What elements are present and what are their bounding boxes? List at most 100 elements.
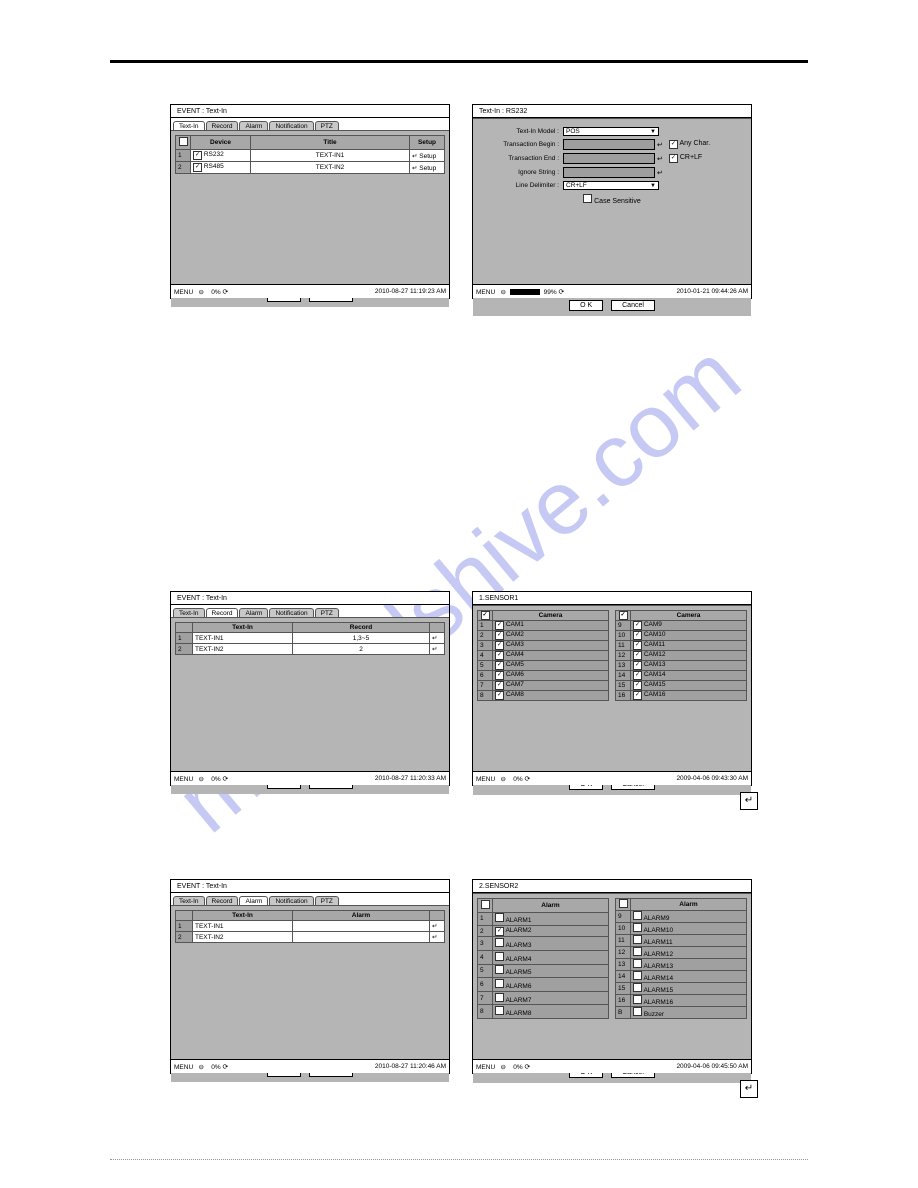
row-check[interactable] — [495, 641, 504, 650]
list-item[interactable]: 7 CAM7 — [478, 681, 609, 691]
list-item[interactable]: 16 CAM16 — [616, 691, 747, 701]
tab-notification[interactable]: Notification — [269, 608, 313, 617]
tab-ptz[interactable]: PTZ — [315, 896, 339, 905]
tab-ptz[interactable]: PTZ — [315, 608, 339, 617]
cancel-button[interactable]: Cancel — [611, 300, 655, 311]
list-item[interactable]: 3 ALARM3 — [478, 937, 609, 951]
select-model[interactable]: POS▼ — [563, 127, 659, 136]
tab-textin[interactable]: Text-In — [173, 896, 205, 905]
row-check[interactable] — [495, 993, 504, 1002]
tab-alarm[interactable]: Alarm — [239, 121, 268, 130]
row-check[interactable] — [193, 163, 202, 172]
list-item[interactable]: 3 CAM3 — [478, 641, 609, 651]
row-check[interactable] — [633, 923, 642, 932]
input-te[interactable] — [563, 153, 655, 164]
refresh-icon[interactable]: ⟳ — [222, 289, 228, 296]
table-row[interactable]: 2TEXT-IN2↵ — [176, 932, 445, 943]
check-all[interactable] — [179, 137, 188, 146]
table-row[interactable]: 2 RS485 TEXT-IN2 ↵ Setup — [176, 162, 445, 174]
row-check[interactable] — [633, 971, 642, 980]
refresh-icon[interactable]: ⟳ — [558, 289, 564, 296]
row-check[interactable] — [495, 1006, 504, 1015]
list-item[interactable]: 15 CAM15 — [616, 681, 747, 691]
ok-button[interactable]: O K — [569, 300, 603, 311]
row-check[interactable] — [495, 952, 504, 961]
list-item[interactable]: 12 CAM12 — [616, 651, 747, 661]
tab-record[interactable]: Record — [206, 121, 239, 130]
row-check[interactable] — [633, 995, 642, 1004]
list-item[interactable]: 1 ALARM1 — [478, 912, 609, 926]
list-item[interactable]: 12 ALARM12 — [616, 947, 747, 959]
list-item[interactable]: 13 CAM13 — [616, 661, 747, 671]
refresh-icon[interactable]: ⟳ — [222, 776, 228, 783]
list-item[interactable]: 2 CAM2 — [478, 631, 609, 641]
list-item[interactable]: 6 ALARM6 — [478, 978, 609, 992]
list-item[interactable]: 7 ALARM7 — [478, 991, 609, 1005]
check-all[interactable] — [481, 900, 490, 909]
refresh-icon[interactable]: ⟳ — [222, 1064, 228, 1071]
list-item[interactable]: 14 ALARM14 — [616, 971, 747, 983]
list-item[interactable]: 1 CAM1 — [478, 621, 609, 631]
refresh-icon[interactable]: ⟳ — [524, 776, 530, 783]
table-row[interactable]: 1TEXT-IN1↵ — [176, 921, 445, 932]
row-check[interactable] — [633, 983, 642, 992]
row-check[interactable] — [633, 681, 642, 690]
list-item[interactable]: 9 CAM9 — [616, 621, 747, 631]
table-row[interactable]: 1 RS232 TEXT-IN1 ↵ Setup — [176, 150, 445, 162]
row-check[interactable] — [495, 671, 504, 680]
list-item[interactable]: 8 ALARM8 — [478, 1005, 609, 1019]
tab-alarm[interactable]: Alarm — [239, 608, 268, 617]
table-row[interactable]: 2TEXT-IN22↵ — [176, 644, 445, 655]
row-check[interactable] — [495, 631, 504, 640]
list-item[interactable]: 2 ALARM2 — [478, 926, 609, 937]
tab-notification[interactable]: Notification — [269, 121, 313, 130]
list-item[interactable]: 10 CAM10 — [616, 631, 747, 641]
row-check[interactable] — [495, 913, 504, 922]
row-check[interactable] — [633, 959, 642, 968]
row-check[interactable] — [633, 1007, 642, 1016]
list-item[interactable]: 6 CAM6 — [478, 671, 609, 681]
row-check[interactable] — [633, 911, 642, 920]
list-item[interactable]: 13 ALARM13 — [616, 959, 747, 971]
list-item[interactable]: 15 ALARM15 — [616, 983, 747, 995]
row-check[interactable] — [633, 651, 642, 660]
row-check[interactable] — [633, 641, 642, 650]
menu-label[interactable]: MENU — [476, 776, 495, 783]
check-all[interactable] — [481, 611, 490, 620]
check-case[interactable] — [583, 194, 592, 203]
list-item[interactable]: 11 ALARM11 — [616, 935, 747, 947]
select-delim[interactable]: CR+LF▼ — [563, 181, 659, 190]
input-tb[interactable] — [563, 139, 655, 150]
menu-label[interactable]: MENU — [174, 289, 193, 296]
tab-notification[interactable]: Notification — [269, 896, 313, 905]
check-all[interactable] — [619, 611, 628, 620]
menu-label[interactable]: MENU — [476, 1064, 495, 1071]
row-check[interactable] — [495, 965, 504, 974]
row-check[interactable] — [495, 621, 504, 630]
input-ignore[interactable] — [563, 167, 655, 178]
menu-label[interactable]: MENU — [174, 1064, 193, 1071]
row-check[interactable] — [495, 661, 504, 670]
tab-textin[interactable]: Text-In — [173, 608, 205, 617]
tab-record[interactable]: Record — [206, 896, 239, 905]
row-check[interactable] — [633, 631, 642, 640]
refresh-icon[interactable]: ⟳ — [524, 1064, 530, 1071]
row-check[interactable] — [495, 691, 504, 700]
tab-ptz[interactable]: PTZ — [315, 121, 339, 130]
list-item[interactable]: 9 ALARM9 — [616, 911, 747, 923]
row-check[interactable] — [193, 151, 202, 160]
row-check[interactable] — [495, 979, 504, 988]
row-check[interactable] — [633, 935, 642, 944]
row-check[interactable] — [633, 661, 642, 670]
row-check[interactable] — [633, 671, 642, 680]
row-check[interactable] — [633, 621, 642, 630]
row-check[interactable] — [633, 691, 642, 700]
tab-textin[interactable]: Text-In — [173, 121, 205, 130]
list-item[interactable]: 5 ALARM5 — [478, 964, 609, 978]
list-item[interactable]: 10 ALARM10 — [616, 923, 747, 935]
check-crlf[interactable] — [669, 154, 678, 163]
check-anychar[interactable] — [669, 140, 678, 149]
list-item[interactable]: 11 CAM11 — [616, 641, 747, 651]
row-check[interactable] — [495, 681, 504, 690]
list-item[interactable]: 4 ALARM4 — [478, 951, 609, 965]
